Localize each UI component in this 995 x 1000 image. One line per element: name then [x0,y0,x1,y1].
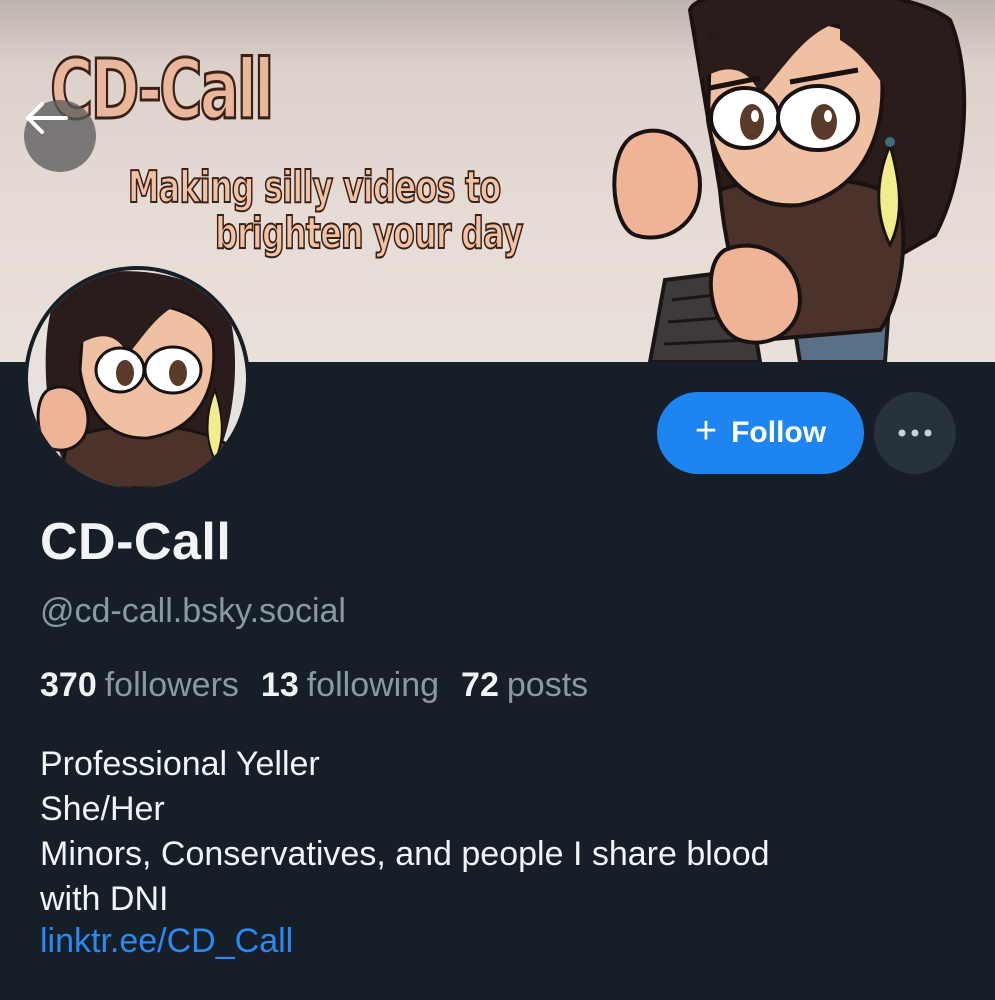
bio-line: Professional Yeller [40,745,320,783]
follow-button[interactable]: + Follow [657,392,864,474]
avatar[interactable] [24,266,250,492]
bio-line: with DNI [40,880,169,918]
more-options-button[interactable] [874,392,956,474]
arrow-left-icon [26,102,68,134]
following-count: 13 [260,666,299,704]
plus-icon: + [694,410,718,452]
banner-tagline-line2: brighten your day [214,208,524,259]
profile-handle: @cd-call.bsky.social [40,592,346,630]
banner-tagline-line1: Making silly videos to [127,162,502,213]
following-label: following [306,666,440,704]
following-stat[interactable]: 13 following [261,666,439,705]
ellipsis-icon [898,429,932,437]
posts-stat: 72 posts [461,666,588,705]
profile-stats: 370 followers 13 following 72 posts [40,666,588,705]
avatar-image [28,270,246,488]
followers-count: 370 [40,666,97,704]
followers-stat[interactable]: 370 followers [40,666,239,705]
followers-label: followers [104,666,239,704]
bio-line: Minors, Conservatives, and people I shar… [40,835,770,873]
profile-bio: Professional Yeller She/Her Minors, Cons… [40,742,940,922]
follow-button-label: Follow [731,416,827,449]
display-name: CD-Call [40,513,232,571]
back-button[interactable] [24,100,96,172]
bio-link[interactable]: linktr.ee/CD_Call [40,922,293,961]
bio-line: She/Her [40,790,165,828]
posts-count: 72 [461,666,499,704]
posts-label: posts [506,666,589,704]
